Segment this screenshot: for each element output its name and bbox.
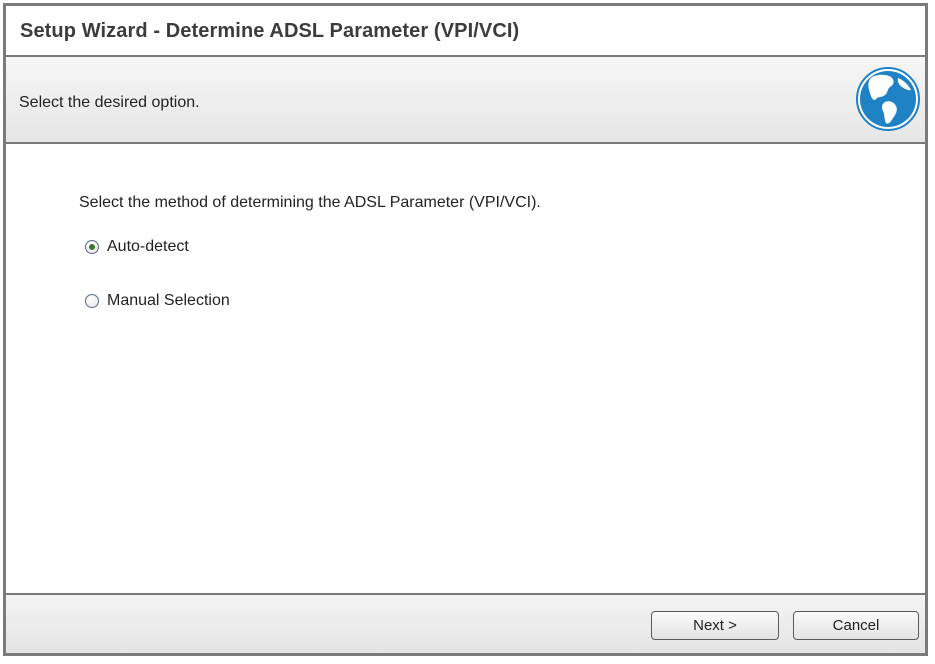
manual-selection-radio[interactable] (85, 294, 99, 308)
manual-selection-option[interactable]: Manual Selection (85, 292, 230, 310)
subheader: Select the desired option. (6, 57, 925, 144)
instruction-text: Select the method of determining the ADS… (79, 194, 541, 211)
footer-bar: Next > Cancel (6, 593, 925, 653)
auto-detect-radio[interactable] (85, 240, 99, 254)
globe-icon (856, 67, 920, 131)
title-bar: Setup Wizard - Determine ADSL Parameter … (6, 6, 925, 57)
auto-detect-option[interactable]: Auto-detect (85, 238, 189, 256)
subheader-text: Select the desired option. (19, 94, 200, 111)
auto-detect-label[interactable]: Auto-detect (107, 238, 189, 256)
cancel-button[interactable]: Cancel (793, 611, 919, 640)
setup-wizard-window: Setup Wizard - Determine ADSL Parameter … (3, 3, 928, 656)
next-button[interactable]: Next > (651, 611, 779, 640)
window-title: Setup Wizard - Determine ADSL Parameter … (20, 20, 520, 42)
content-panel: Select the method of determining the ADS… (6, 144, 925, 593)
manual-selection-label[interactable]: Manual Selection (107, 292, 230, 310)
